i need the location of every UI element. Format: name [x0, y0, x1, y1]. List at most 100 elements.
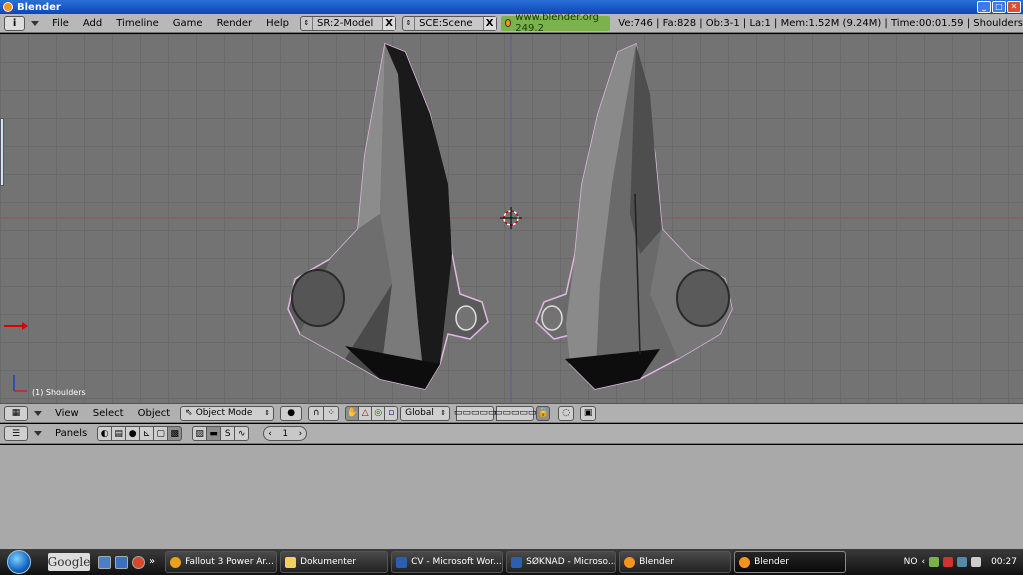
manipulator-toggle[interactable]: ✋	[345, 405, 360, 421]
shading-icon: ●	[287, 408, 296, 418]
decrement-icon[interactable]: ‹	[268, 429, 272, 439]
frame-value: 1	[282, 428, 289, 439]
lock-icon: 🔒	[537, 408, 549, 418]
scene-context-button[interactable]: ▩	[167, 426, 183, 441]
toolbox-tab[interactable]	[0, 118, 4, 186]
script-context-button[interactable]: ▤	[111, 426, 127, 441]
task-soknad-word[interactable]: SØKNAD - Microso...	[506, 551, 617, 573]
pivot-button[interactable]: ∩	[308, 405, 325, 421]
sound-sub-button[interactable]: S	[220, 426, 236, 441]
orientation-dropdown[interactable]: Global ⇕	[400, 405, 451, 421]
rotate-manipulator[interactable]: ◎	[371, 405, 386, 421]
menu-timeline[interactable]: Timeline	[109, 14, 166, 33]
logic-context-button[interactable]: ◐	[97, 426, 113, 441]
task-app-icon	[170, 556, 182, 568]
menu-view[interactable]: View	[48, 404, 86, 423]
shoulder-mesh-left[interactable]	[287, 42, 489, 390]
scene-name[interactable]: SCE:Scene	[415, 18, 483, 29]
task-fallout[interactable]: Fallout 3 Power Ar...	[165, 551, 278, 573]
menu-help[interactable]: Help	[259, 14, 296, 33]
clock[interactable]: 00:27	[991, 557, 1017, 567]
snap-button[interactable]: ⁘	[323, 405, 340, 421]
buttons-window-area[interactable]	[0, 445, 1023, 549]
panels-menu[interactable]: Panels	[48, 424, 94, 443]
editor-type-button[interactable]: ▦	[4, 405, 28, 421]
task-blender-2[interactable]: Blender	[734, 551, 847, 573]
chrome-icon[interactable]	[132, 555, 145, 569]
render-sub-button[interactable]: ▨	[192, 426, 208, 441]
increment-icon[interactable]: ›	[299, 429, 303, 439]
close-button[interactable]: ✕	[1007, 1, 1021, 13]
task-blender-1[interactable]: Blender	[619, 551, 732, 573]
screen-selector[interactable]: ⇕ SR:2-Model X	[299, 15, 397, 31]
circle-icon: ◎	[374, 408, 383, 418]
image-icon: ▣	[583, 408, 593, 418]
world-sub-button[interactable]: ∿	[234, 426, 250, 441]
network-icon[interactable]	[957, 557, 968, 567]
editing-context-button[interactable]: ▢	[153, 426, 169, 441]
object-context-button[interactable]: ⊾	[139, 426, 155, 441]
scene-delete-icon[interactable]: X	[482, 16, 496, 30]
buttons-editor-type[interactable]: ☰	[4, 426, 28, 441]
shoulder-mesh-right[interactable]	[535, 42, 733, 390]
lock-layers-button[interactable]: 🔒	[536, 405, 551, 421]
translate-manipulator[interactable]: △	[358, 405, 373, 421]
logic-icon: ◐	[100, 428, 109, 439]
sound-icon: S	[224, 428, 231, 439]
menu-file[interactable]: File	[45, 14, 76, 33]
quick-launch: »	[98, 555, 155, 569]
window-type-button[interactable]: i	[4, 15, 26, 31]
screen-delete-icon[interactable]: X	[382, 16, 396, 30]
blender-dot-icon	[504, 19, 512, 27]
more-icon[interactable]: »	[149, 556, 155, 569]
task-dokumenter[interactable]: Dokumenter	[280, 551, 389, 573]
screen-name[interactable]: SR:2-Model	[313, 18, 382, 29]
show-desktop-icon[interactable]	[98, 555, 111, 569]
draw-type-dropdown[interactable]: ●	[280, 405, 303, 421]
task-label: Fallout 3 Power Ar...	[185, 557, 274, 567]
layer-buttons-a[interactable]: ▭▭▭▭▭	[454, 405, 496, 421]
menu-object[interactable]: Object	[131, 404, 178, 423]
blender-icon	[739, 556, 751, 568]
3d-cursor-icon[interactable]	[500, 207, 522, 229]
volume-icon[interactable]	[971, 557, 982, 567]
view-header-collapse-icon[interactable]	[34, 410, 42, 416]
hand-icon: ✋	[346, 408, 358, 418]
buttons-collapse-icon[interactable]	[34, 431, 42, 436]
mode-label: Object Mode	[195, 408, 253, 418]
menu-game[interactable]: Game	[166, 14, 210, 33]
google-search-box[interactable]: Google	[48, 553, 90, 571]
word-icon	[511, 556, 523, 568]
header-collapse-icon[interactable]	[31, 20, 40, 26]
start-button[interactable]	[0, 549, 38, 575]
menu-render[interactable]: Render	[210, 14, 260, 33]
screen-arrows-icon[interactable]: ⇕	[301, 16, 313, 30]
task-label: Blender	[754, 557, 789, 567]
layer-buttons-b[interactable]: ▭▭▭▭▭	[494, 405, 536, 421]
task-cv-word[interactable]: CV - Microsoft Wor...	[391, 551, 504, 573]
switch-windows-icon[interactable]	[115, 555, 128, 569]
menu-add[interactable]: Add	[76, 14, 109, 33]
frame-number-field[interactable]: ‹ 1 ›	[263, 426, 308, 441]
blender-icon	[624, 556, 636, 568]
minimize-button[interactable]: _	[977, 1, 991, 13]
task-label: SØKNAD - Microso...	[526, 557, 617, 567]
menu-select[interactable]: Select	[86, 404, 131, 423]
opengl-render-button[interactable]: ◌	[558, 405, 575, 421]
dropdown-arrow-icon: ⇕	[264, 409, 271, 417]
scale-manipulator[interactable]: ▫	[384, 405, 399, 421]
maximize-button[interactable]: □	[992, 1, 1006, 13]
shading-context-button[interactable]: ●	[125, 426, 141, 441]
tray-security-icon[interactable]	[943, 557, 954, 567]
scene-selector[interactable]: ⇕ SCE:Scene X	[402, 15, 497, 31]
language-indicator[interactable]: NO	[904, 557, 918, 567]
3d-viewport[interactable]: (1) Shoulders	[0, 34, 1023, 403]
orientation-label: Global	[405, 408, 434, 418]
object-mode-dropdown[interactable]: ⇖ Object Mode ⇕	[180, 405, 275, 421]
tray-expand-icon[interactable]: ‹	[921, 557, 925, 567]
snap-grid-icon: ⁘	[327, 408, 335, 418]
tray-app-icon[interactable]	[929, 557, 940, 567]
render-image-button[interactable]: ▣	[580, 405, 597, 421]
anim-sub-button[interactable]: ▬	[206, 426, 222, 441]
scene-arrows-icon[interactable]: ⇕	[403, 16, 416, 30]
